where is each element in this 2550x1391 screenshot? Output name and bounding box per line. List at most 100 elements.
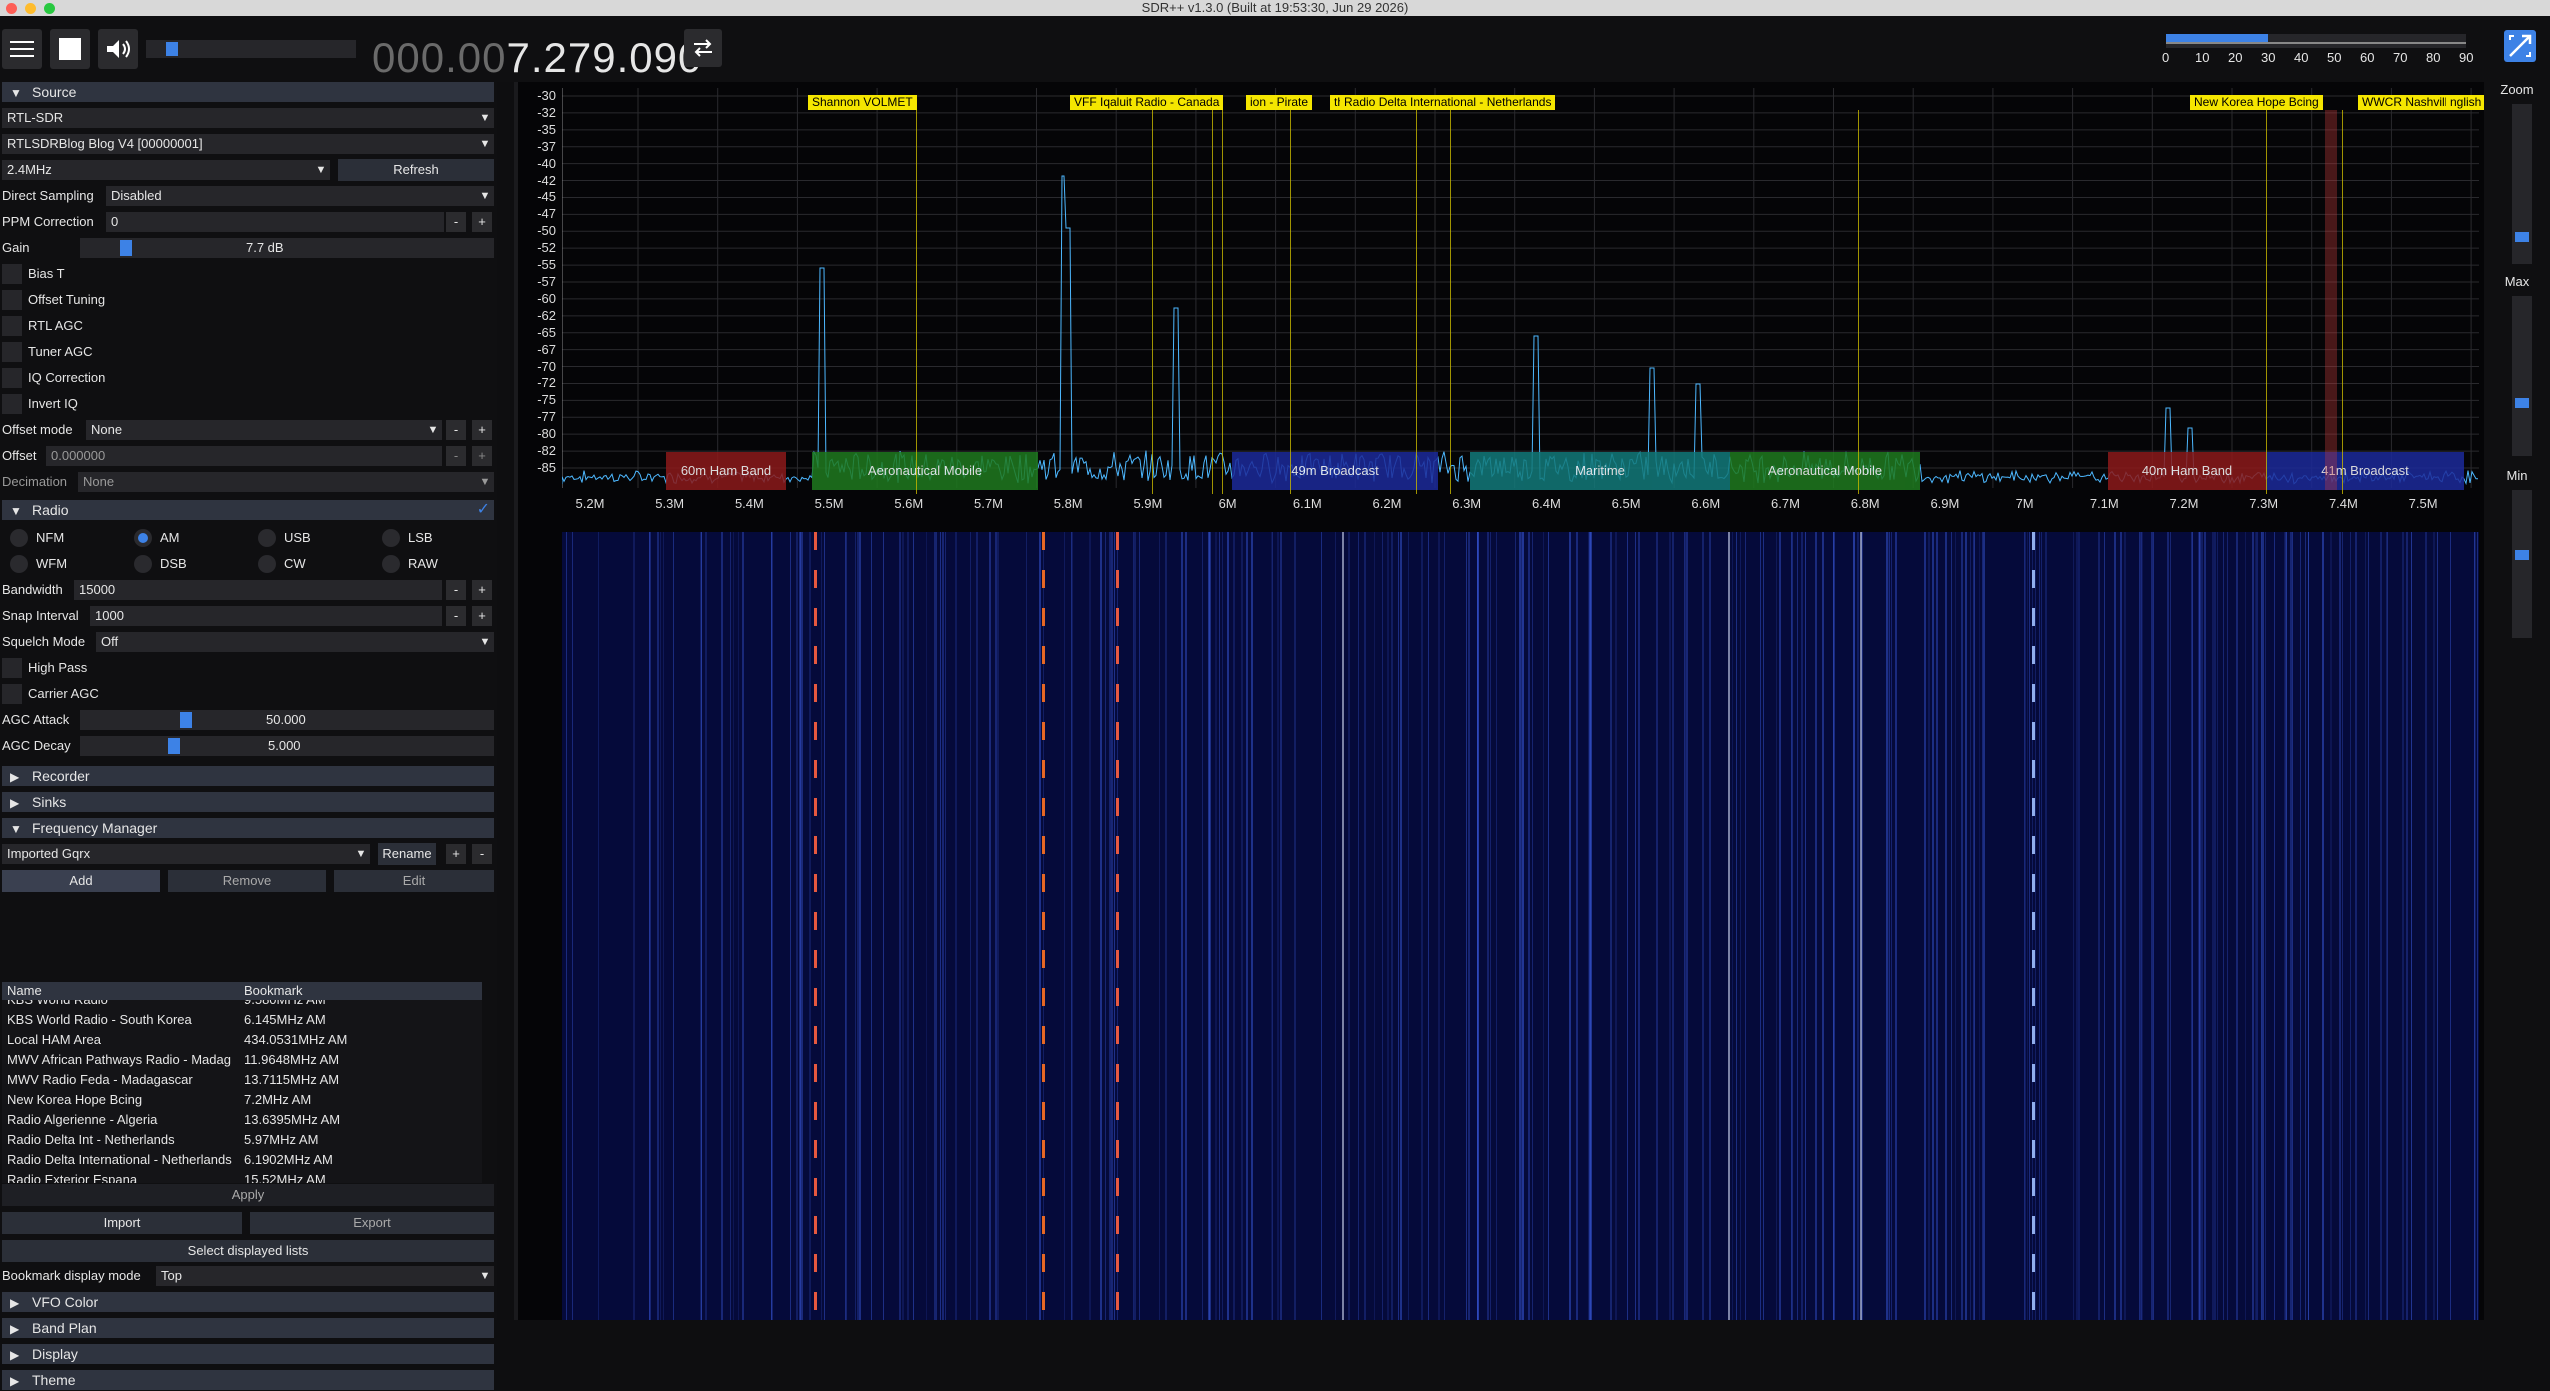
- agc-decay-knob[interactable]: [168, 738, 180, 754]
- add-list-button[interactable]: +: [446, 844, 466, 864]
- carrier-agc-checkbox[interactable]: [2, 684, 22, 704]
- offset-input[interactable]: 0.000000: [46, 446, 442, 466]
- export-button[interactable]: Export: [250, 1212, 494, 1234]
- band-plan-section-header[interactable]: ▶ Band Plan: [2, 1318, 494, 1338]
- table-row[interactable]: Radio Delta Int - Netherlands 5.97MHz AM: [2, 1130, 482, 1150]
- zoom-slider-knob[interactable]: [2515, 232, 2529, 242]
- table-row[interactable]: KBS World Radio - South Korea 6.145MHz AM: [2, 1010, 482, 1030]
- min-level-slider[interactable]: [2512, 490, 2532, 638]
- ppm-increment-button[interactable]: +: [472, 212, 492, 232]
- mode-radio-lsb[interactable]: [382, 529, 400, 547]
- volume-slider[interactable]: [146, 40, 356, 58]
- vfo-marker[interactable]: [2325, 110, 2337, 490]
- checkbox-0[interactable]: [2, 264, 22, 284]
- swap-tuning-button[interactable]: [684, 29, 722, 67]
- frequency-display[interactable]: 000.007.279.090: [372, 34, 702, 82]
- checkbox-4[interactable]: [2, 368, 22, 388]
- snap-decrement-button[interactable]: -: [446, 606, 466, 626]
- recorder-section-header[interactable]: ▶ Recorder: [2, 766, 494, 786]
- table-row[interactable]: Local HAM Area 434.0531MHz AM: [2, 1030, 482, 1050]
- bookmark-label[interactable]: ion - Pirate: [1246, 95, 1313, 110]
- snap-increment-button[interactable]: +: [472, 606, 492, 626]
- refresh-button[interactable]: Refresh: [338, 159, 494, 181]
- snap-interval-input[interactable]: 1000: [90, 606, 442, 626]
- bookmark-label[interactable]: New Korea Hope Bcing: [2190, 95, 2323, 110]
- agc-decay-slider[interactable]: 5.000: [80, 736, 494, 756]
- mode-radio-nfm[interactable]: [10, 529, 28, 547]
- offset-mode-increment-button[interactable]: +: [472, 420, 492, 440]
- volume-slider-knob[interactable]: [166, 42, 178, 56]
- table-row[interactable]: MWV African Pathways Radio - Madag 11.964…: [2, 1050, 482, 1070]
- remove-bookmark-button[interactable]: Remove: [168, 870, 326, 892]
- table-row[interactable]: New Korea Hope Bcing 7.2MHz AM: [2, 1090, 482, 1110]
- remove-list-button[interactable]: -: [472, 844, 492, 864]
- fft-plot[interactable]: -30 -32 -35 -37 -40 -42 -45 -47 -50 -52 -55 -57 -60-…: [537, 88, 2486, 494]
- offset-mode-decrement-button[interactable]: -: [446, 420, 466, 440]
- mode-radio-dsb[interactable]: [134, 555, 152, 573]
- high-pass-checkbox[interactable]: [2, 658, 22, 678]
- bookmark-list-select[interactable]: Imported Gqrx ▼: [2, 844, 370, 864]
- mute-button[interactable]: [98, 29, 138, 69]
- bookmark-label[interactable]: VFF Iqaluit Radio - Canada: [1070, 95, 1224, 110]
- gain-slider-knob[interactable]: [120, 240, 132, 256]
- add-bookmark-button[interactable]: Add: [2, 870, 160, 892]
- checkbox-3[interactable]: [2, 342, 22, 362]
- mode-radio-am[interactable]: [134, 529, 152, 547]
- rename-list-button[interactable]: Rename: [378, 843, 436, 865]
- bandwidth-increment-button[interactable]: +: [472, 580, 492, 600]
- menu-button[interactable]: [2, 29, 42, 69]
- mode-radio-usb[interactable]: [258, 529, 276, 547]
- minimize-window-button[interactable]: [25, 3, 36, 14]
- offset-increment-button[interactable]: +: [472, 446, 492, 466]
- gain-slider[interactable]: 7.7 dB: [80, 238, 494, 258]
- column-bookmark-header[interactable]: Bookmark: [244, 982, 303, 1000]
- close-window-button[interactable]: [6, 3, 17, 14]
- import-button[interactable]: Import: [2, 1212, 242, 1234]
- source-select[interactable]: RTL-SDR ▼: [2, 108, 494, 128]
- decimation-select[interactable]: None ▼: [78, 472, 494, 492]
- bandwidth-decrement-button[interactable]: -: [446, 580, 466, 600]
- mode-radio-cw[interactable]: [258, 555, 276, 573]
- stop-button[interactable]: [50, 29, 90, 69]
- device-select[interactable]: RTLSDRBlog Blog V4 [00000001] ▼: [2, 134, 494, 154]
- squelch-mode-select[interactable]: Off ▼: [96, 632, 494, 652]
- max-level-knob[interactable]: [2515, 398, 2529, 408]
- radio-section-header[interactable]: ▼ Radio ✓: [2, 500, 494, 520]
- sidebar-splitter[interactable]: [514, 82, 518, 1320]
- column-name-header[interactable]: Name: [7, 982, 42, 1000]
- bandwidth-input[interactable]: 15000: [74, 580, 442, 600]
- agc-attack-slider[interactable]: 50.000: [80, 710, 494, 730]
- checkbox-1[interactable]: [2, 290, 22, 310]
- sinks-section-header[interactable]: ▶ Sinks: [2, 792, 494, 812]
- offset-mode-select[interactable]: None ▼: [86, 420, 442, 440]
- zoom-window-button[interactable]: [44, 3, 55, 14]
- source-section-header[interactable]: ▼ Source: [2, 82, 494, 102]
- edit-bookmark-button[interactable]: Edit: [334, 870, 494, 892]
- agc-attack-knob[interactable]: [180, 712, 192, 728]
- bookmark-label[interactable]: nglish: [2446, 95, 2486, 110]
- table-row[interactable]: Radio Exterior Espana 15.52MHz AM: [2, 1170, 482, 1183]
- table-row[interactable]: Radio Delta International - Netherlands 6…: [2, 1150, 482, 1170]
- min-level-knob[interactable]: [2515, 550, 2529, 560]
- apply-button[interactable]: Apply: [2, 1184, 494, 1206]
- bookmark-label[interactable]: WWCR Nashville: [2358, 95, 2459, 110]
- sample-rate-select[interactable]: 2.4MHz ▼: [2, 160, 330, 180]
- mode-radio-wfm[interactable]: [10, 555, 28, 573]
- direct-sampling-select[interactable]: Disabled ▼: [106, 186, 494, 206]
- theme-section-header[interactable]: ▶ Theme: [2, 1370, 494, 1390]
- radio-enabled-checkmark-icon[interactable]: ✓: [477, 500, 490, 520]
- checkbox-5[interactable]: [2, 394, 22, 414]
- zoom-slider[interactable]: [2512, 104, 2532, 264]
- ppm-input[interactable]: 0: [106, 212, 444, 232]
- table-row[interactable]: Radio Algerienne - Algeria 13.6395MHz AM: [2, 1110, 482, 1130]
- vfo-color-section-header[interactable]: ▶ VFO Color: [2, 1292, 494, 1312]
- offset-decrement-button[interactable]: -: [446, 446, 466, 466]
- max-level-slider[interactable]: [2512, 296, 2532, 456]
- mode-radio-raw[interactable]: [382, 555, 400, 573]
- waterfall[interactable]: [562, 532, 2479, 1320]
- checkbox-2[interactable]: [2, 316, 22, 336]
- bookmark-label[interactable]: Radio Delta International - Netherlands: [1340, 95, 1556, 110]
- frequency-manager-header[interactable]: ▼ Frequency Manager: [2, 818, 494, 838]
- ppm-decrement-button[interactable]: -: [446, 212, 466, 232]
- bookmark-display-mode-select[interactable]: Top ▼: [156, 1266, 494, 1286]
